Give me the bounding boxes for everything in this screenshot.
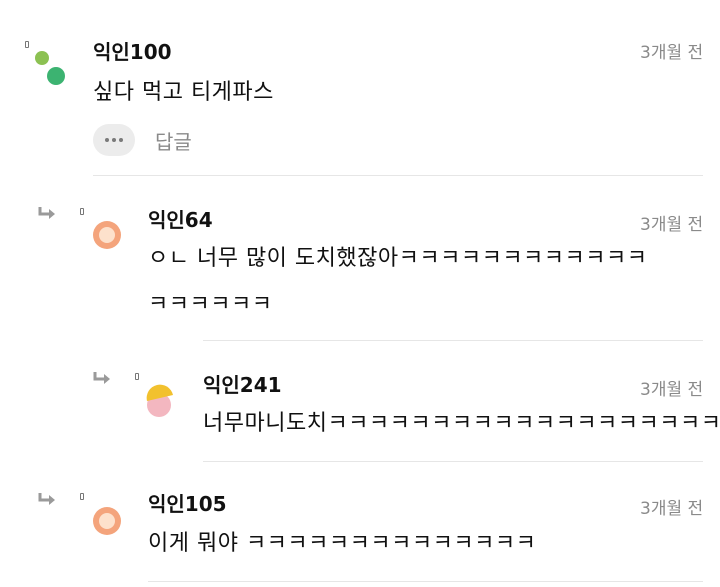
- avatar: [93, 507, 121, 535]
- marker-icon: [80, 493, 84, 500]
- reply-item: 익인64 3개월 전 ㅇㄴ 너무 많이 도치했잖아ㅋㅋㅋㅋㅋㅋㅋㅋㅋㅋㅋㅋ ㅋㅋ…: [0, 180, 720, 341]
- divider: [93, 175, 703, 176]
- comment-line: ㅇㄴ 너무 많이 도치했잖아ㅋㅋㅋㅋㅋㅋㅋㅋㅋㅋㅋㅋ: [148, 246, 648, 271]
- comment-nickname[interactable]: 익인100: [93, 36, 172, 65]
- more-options-button[interactable]: [93, 124, 135, 156]
- marker-icon: [25, 41, 29, 48]
- marker-icon: [80, 208, 84, 215]
- comment-line: 너무마니도치ㅋㅋㅋㅋㅋㅋㅋㅋㅋㅋㅋㅋㅋㅋㅋㅋㅋㅋㅋ: [203, 411, 720, 436]
- dot-icon: [105, 138, 109, 142]
- reply-item: 익인241 3개월 전 너무마니도치ㅋㅋㅋㅋㅋㅋㅋㅋㅋㅋㅋㅋㅋㅋㅋㅋㅋㅋㅋ: [0, 345, 720, 465]
- comment-line: ㅋㅋㅋㅋㅋㅋ: [148, 292, 273, 317]
- reply-item: 익인105 3개월 전 이게 뭐야 ㅋㅋㅋㅋㅋㅋㅋㅋㅋㅋㅋㅋㅋㅋ: [0, 468, 720, 587]
- reply-arrow-icon: [38, 207, 55, 219]
- comment-time: 3개월 전: [640, 43, 704, 63]
- comment-line: 이게 뭐야 ㅋㅋㅋㅋㅋㅋㅋㅋㅋㅋㅋㅋㅋㅋ: [148, 531, 537, 556]
- comment-nickname[interactable]: 익인64: [148, 204, 213, 233]
- comment-item: 익인100 3개월 전 싶다 먹고 티게파스 답글: [0, 0, 720, 180]
- divider: [203, 461, 703, 462]
- comment-nickname[interactable]: 익인105: [148, 488, 227, 517]
- comment-nickname[interactable]: 익인241: [203, 369, 282, 398]
- reply-arrow-icon: [93, 372, 110, 384]
- comment-body: 이게 뭐야 ㅋㅋㅋㅋㅋㅋㅋㅋㅋㅋㅋㅋㅋㅋ: [148, 521, 536, 567]
- comment-time: 3개월 전: [640, 499, 704, 519]
- divider: [203, 340, 703, 341]
- comment-body: 싶다 먹고 티게파스: [93, 70, 274, 116]
- reply-arrow-icon: [38, 493, 55, 505]
- divider: [148, 581, 703, 582]
- avatar: [93, 221, 121, 249]
- marker-icon: [135, 373, 139, 380]
- dot-icon: [112, 138, 116, 142]
- reply-button[interactable]: 답글: [155, 126, 192, 155]
- avatar: [35, 51, 65, 85]
- avatar: [146, 384, 173, 417]
- comment-body: 너무마니도치ㅋㅋㅋㅋㅋㅋㅋㅋㅋㅋㅋㅋㅋㅋㅋㅋㅋㅋㅋ: [203, 401, 720, 447]
- dot-icon: [119, 138, 123, 142]
- comment-line: 싶다 먹고 티게파스: [93, 80, 274, 105]
- comment-body: ㅇㄴ 너무 많이 도치했잖아ㅋㅋㅋㅋㅋㅋㅋㅋㅋㅋㅋㅋ ㅋㅋㅋㅋㅋㅋ: [148, 236, 648, 328]
- comment-time: 3개월 전: [640, 380, 704, 400]
- comment-time: 3개월 전: [640, 215, 704, 235]
